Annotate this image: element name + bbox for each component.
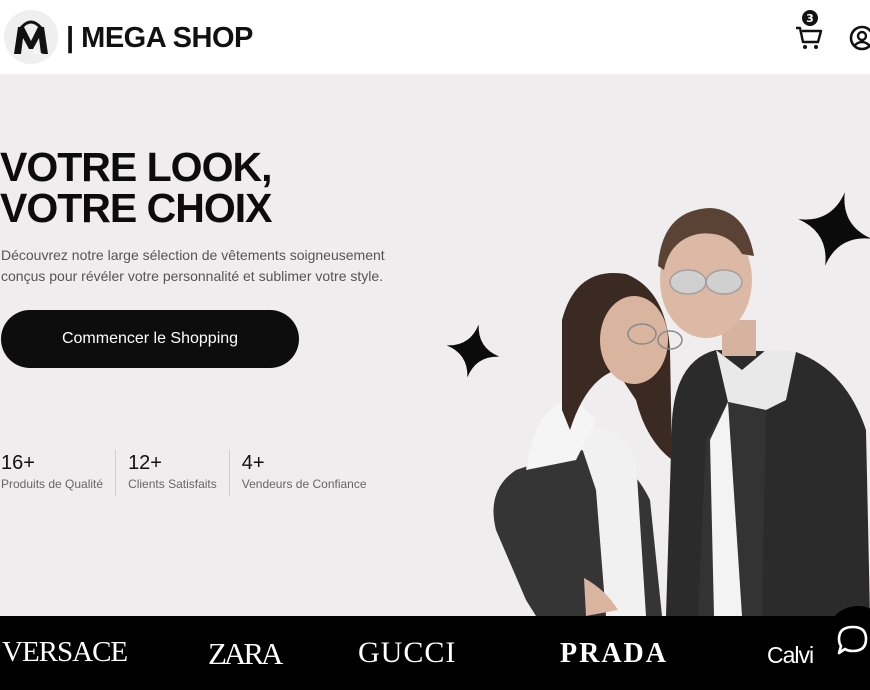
hero-title: VOTRE LOOK, VOTRE CHOIX <box>0 147 420 229</box>
stat-sellers: 4+ Vendeurs de Confiance <box>228 450 379 496</box>
stat-clients: 12+ Clients Satisfaits <box>115 450 229 496</box>
brand-logo-versace[interactable]: VERSACE <box>2 636 128 669</box>
shopping-bag-m-logo-icon <box>14 20 48 54</box>
brand-name: | MEGA SHOP <box>66 22 253 54</box>
account-button[interactable] <box>848 24 870 52</box>
stat-value: 16+ <box>1 452 35 474</box>
brand-logo-prada[interactable]: PRADA <box>560 638 668 670</box>
user-circle-icon <box>849 25 870 51</box>
brand-strip: VERSACE ZARA GUCCI PRADA Calvi <box>0 616 870 690</box>
hero-section: VOTRE LOOK, VOTRE CHOIX Découvrez notre … <box>0 74 870 616</box>
page: | MEGA SHOP 3 VOTRE LOOK, VOTRE CHOIX Dé… <box>0 0 870 690</box>
hero-title-line-1: VOTRE LOOK, <box>0 144 272 190</box>
hero-description: Découvrez notre large sélection de vêtem… <box>1 247 385 284</box>
brand-logo-gucci[interactable]: GUCCI <box>358 636 456 670</box>
stat-products: 16+ Produits de Qualité <box>1 450 115 496</box>
site-header: | MEGA SHOP 3 <box>0 0 870 74</box>
stats-row: 16+ Produits de Qualité 12+ Clients Sati… <box>1 450 379 496</box>
stat-label: Clients Satisfaits <box>128 477 217 491</box>
fashion-couple-image <box>493 208 870 616</box>
brand-logo-zara[interactable]: ZARA <box>208 636 283 672</box>
chat-bubble-icon <box>837 625 868 655</box>
hero-title-line-2: VOTRE CHOIX <box>0 185 272 231</box>
stat-value: 12+ <box>128 452 162 474</box>
cart-count-badge: 3 <box>802 10 818 26</box>
stat-label: Produits de Qualité <box>1 477 104 491</box>
logo-link[interactable] <box>4 10 58 64</box>
stat-value: 4+ <box>241 452 265 474</box>
stat-label: Vendeurs de Confiance <box>241 477 367 491</box>
start-shopping-button[interactable]: Commencer le Shopping <box>1 310 299 368</box>
brand-logo-calvin[interactable]: Calvi <box>767 642 814 669</box>
